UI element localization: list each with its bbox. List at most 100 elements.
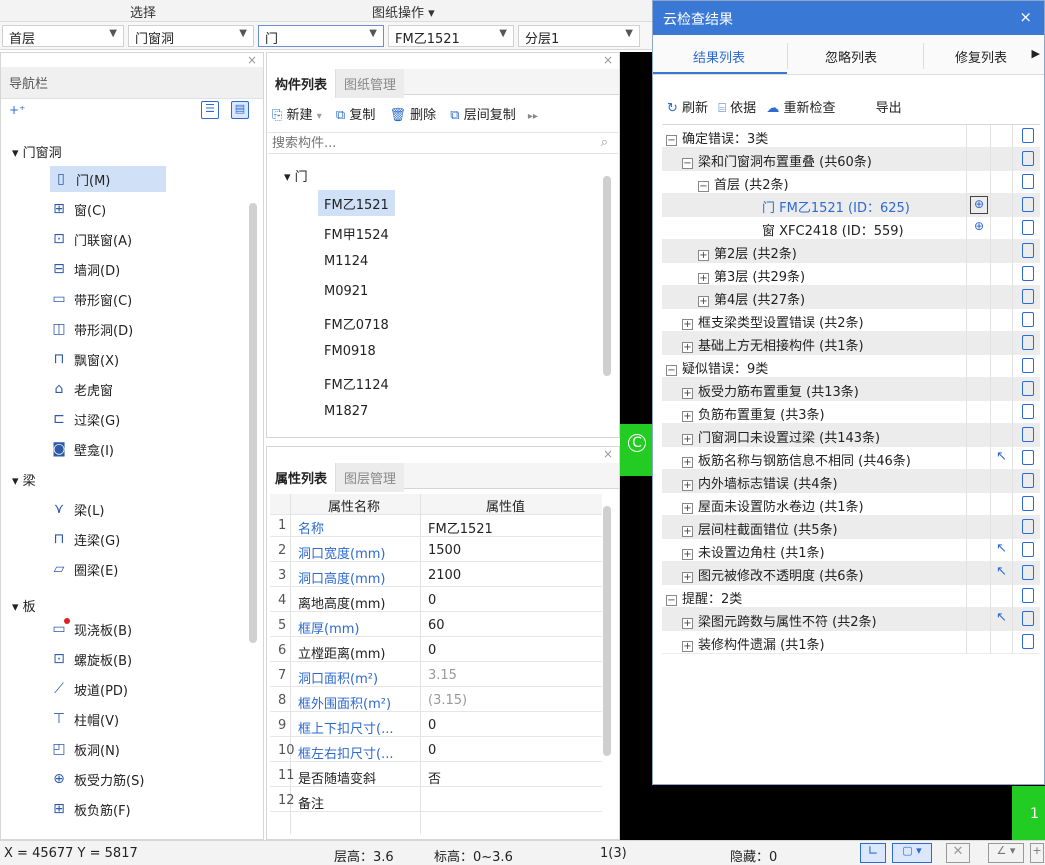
result-row[interactable]: + 内外墙标志错误 (共4条) bbox=[662, 470, 1040, 493]
expand-toggle-icon[interactable]: + bbox=[682, 526, 693, 537]
document-icon[interactable] bbox=[1022, 266, 1034, 281]
close-icon[interactable]: × bbox=[1019, 8, 1032, 26]
document-icon[interactable] bbox=[1022, 312, 1034, 327]
nav-item-slab-rebar[interactable]: ⊕ 板受力筋(S) bbox=[50, 766, 144, 792]
result-row[interactable]: 窗 XFC2418 (ID：559) ⊕ bbox=[662, 217, 1040, 240]
expand-toggle-icon[interactable]: − bbox=[666, 135, 677, 146]
expand-toggle-icon[interactable]: + bbox=[682, 549, 693, 560]
component-item[interactable]: FM乙1521 bbox=[318, 190, 395, 216]
result-row[interactable]: + 板筋名称与钢筋信息不相同 (共46条) ↖ bbox=[662, 447, 1040, 470]
expand-toggle-icon[interactable]: + bbox=[682, 342, 693, 353]
document-icon[interactable] bbox=[1022, 243, 1034, 258]
recheck-button[interactable]: ☁ 重新检查 bbox=[766, 101, 835, 116]
property-row[interactable]: 6 立樘距离(mm) 0 bbox=[270, 641, 602, 662]
expand-toggle-icon[interactable]: + bbox=[698, 273, 709, 284]
export-button[interactable]: 导出 bbox=[876, 101, 902, 116]
document-icon[interactable] bbox=[1022, 519, 1034, 534]
nav-item-slab-hole[interactable]: ◰ 板洞(N) bbox=[50, 736, 120, 762]
property-row[interactable]: 8 框外围面积(m²) (3.15) bbox=[270, 691, 602, 712]
property-scrollbar[interactable] bbox=[603, 506, 611, 756]
close-icon[interactable]: × bbox=[247, 53, 257, 67]
document-icon[interactable] bbox=[1022, 197, 1034, 212]
document-icon[interactable] bbox=[1022, 335, 1034, 350]
result-row[interactable]: + 基础上方无相接构件 (共1条) bbox=[662, 332, 1040, 355]
tab-scroll-right-icon[interactable]: ▶ bbox=[1032, 47, 1040, 60]
tab-ignore-list[interactable]: 忽略列表 bbox=[825, 47, 877, 66]
result-row[interactable]: − 提醒：2类 bbox=[662, 585, 1040, 608]
result-row[interactable]: − 梁和门窗洞布置重叠 (共60条) bbox=[662, 148, 1040, 171]
nav-item-column-cap[interactable]: ⊤ 柱帽(V) bbox=[50, 706, 119, 732]
component-item[interactable]: FM甲1524 bbox=[318, 220, 395, 246]
property-value[interactable]: 0 bbox=[428, 718, 436, 733]
canvas-marker-2[interactable]: 1 bbox=[1012, 786, 1045, 840]
locate-icon[interactable]: ⊕ bbox=[970, 196, 988, 214]
property-value[interactable]: 0 bbox=[428, 743, 436, 758]
result-row[interactable]: − 疑似错误：9类 bbox=[662, 355, 1040, 378]
tab-result-list[interactable]: 结果列表 bbox=[693, 47, 745, 66]
expand-toggle-icon[interactable]: + bbox=[682, 572, 693, 583]
nav-item-door[interactable]: ▯ 门(M) bbox=[50, 166, 166, 192]
document-icon[interactable] bbox=[1022, 634, 1034, 649]
locate-icon[interactable]: ⊕ bbox=[970, 219, 988, 237]
document-icon[interactable] bbox=[1022, 151, 1034, 166]
result-row[interactable]: + 第2层 (共2条) bbox=[662, 240, 1040, 263]
expand-toggle-icon[interactable]: + bbox=[682, 388, 693, 399]
nav-item-slab[interactable]: ▭ 现浇板(B) bbox=[50, 616, 132, 642]
nav-item-coupling-beam[interactable]: ⊓ 连梁(G) bbox=[50, 526, 121, 552]
property-value[interactable]: (3.15) bbox=[428, 693, 467, 708]
nav-group-beams[interactable]: ▾ 梁 bbox=[12, 470, 36, 489]
component-group[interactable]: ▾ 门 bbox=[284, 166, 308, 185]
expand-toggle-icon[interactable]: − bbox=[698, 181, 709, 192]
result-row[interactable]: + 屋面未设置防水卷边 (共1条) bbox=[662, 493, 1040, 516]
fix-icon[interactable]: ↖ bbox=[996, 449, 1007, 464]
nav-item-beam[interactable]: ⋎ 梁(L) bbox=[50, 496, 105, 522]
document-icon[interactable] bbox=[1022, 128, 1034, 143]
refresh-button[interactable]: ↻ 刷新 bbox=[667, 101, 708, 116]
tab-fix-list[interactable]: 修复列表 bbox=[955, 47, 1007, 66]
result-row[interactable]: + 装修构件遗漏 (共1条) bbox=[662, 631, 1040, 654]
list-view-icon[interactable]: ☰ bbox=[201, 101, 219, 119]
document-icon[interactable] bbox=[1022, 404, 1034, 419]
expand-toggle-icon[interactable]: − bbox=[666, 595, 677, 606]
select-menu[interactable]: 选择 bbox=[130, 2, 156, 21]
result-row[interactable]: + 第4层 (共27条) bbox=[662, 286, 1040, 309]
category-select[interactable]: 门窗洞 ▼ bbox=[128, 25, 254, 47]
result-row[interactable]: + 第3层 (共29条) bbox=[662, 263, 1040, 286]
copy-button[interactable]: ⧉ 复制 bbox=[336, 108, 375, 123]
property-row[interactable]: 11 是否随墙变斜 否 bbox=[270, 766, 602, 787]
angle-icon[interactable]: ∠ ▾ bbox=[988, 843, 1024, 863]
property-value[interactable]: 0 bbox=[428, 593, 436, 608]
result-row[interactable]: + 层间柱截面错位 (共5条) bbox=[662, 516, 1040, 539]
drawing-canvas-bottom[interactable] bbox=[652, 785, 1045, 840]
property-row[interactable]: 3 洞口高度(mm) 2100 bbox=[270, 566, 602, 587]
nav-group-slabs[interactable]: ▾ 板 bbox=[12, 596, 36, 615]
property-value[interactable]: 0 bbox=[428, 643, 436, 658]
nav-item-ramp[interactable]: ⟋ 坡道(PD) bbox=[50, 676, 128, 702]
layer-select[interactable]: 分层1 ▼ bbox=[518, 25, 640, 47]
floor-copy-button[interactable]: ⧉ 层间复制 bbox=[450, 108, 515, 123]
nav-scrollbar[interactable] bbox=[249, 203, 257, 643]
component-item[interactable]: M1124 bbox=[318, 250, 374, 276]
document-icon[interactable] bbox=[1022, 473, 1034, 488]
delete-button[interactable]: 🗑 删除 bbox=[389, 108, 436, 123]
drawing-ops-menu[interactable]: 图纸操作 ▾ bbox=[372, 2, 435, 21]
expand-toggle-icon[interactable]: + bbox=[698, 296, 709, 307]
property-row[interactable]: 7 洞口面积(m²) 3.15 bbox=[270, 666, 602, 687]
document-icon[interactable] bbox=[1022, 565, 1034, 580]
document-icon[interactable] bbox=[1022, 450, 1034, 465]
result-row[interactable]: + 图元被修改不透明度 (共6条) ↖ bbox=[662, 562, 1040, 585]
document-icon[interactable] bbox=[1022, 542, 1034, 557]
fix-icon[interactable]: ↖ bbox=[996, 564, 1007, 579]
basis-button[interactable]: ⌸ 依据 bbox=[718, 101, 756, 116]
add-icon[interactable]: +⁺ bbox=[9, 103, 25, 117]
fix-icon[interactable]: ↖ bbox=[996, 610, 1007, 625]
component-select[interactable]: FM乙1521 ▼ bbox=[388, 25, 514, 47]
nav-item-wall-hole[interactable]: ⊟ 墙洞(D) bbox=[50, 256, 120, 282]
fix-icon[interactable]: ↖ bbox=[996, 541, 1007, 556]
document-icon[interactable] bbox=[1022, 427, 1034, 442]
close-icon[interactable]: × bbox=[603, 447, 613, 461]
nav-item-niche[interactable]: ◙ 壁龛(I) bbox=[50, 436, 114, 462]
type-select[interactable]: 门 ▼ bbox=[258, 25, 384, 47]
result-row[interactable]: + 梁图元跨数与属性不符 (共2条) ↖ bbox=[662, 608, 1040, 631]
property-row[interactable]: 5 框厚(mm) 60 bbox=[270, 616, 602, 637]
